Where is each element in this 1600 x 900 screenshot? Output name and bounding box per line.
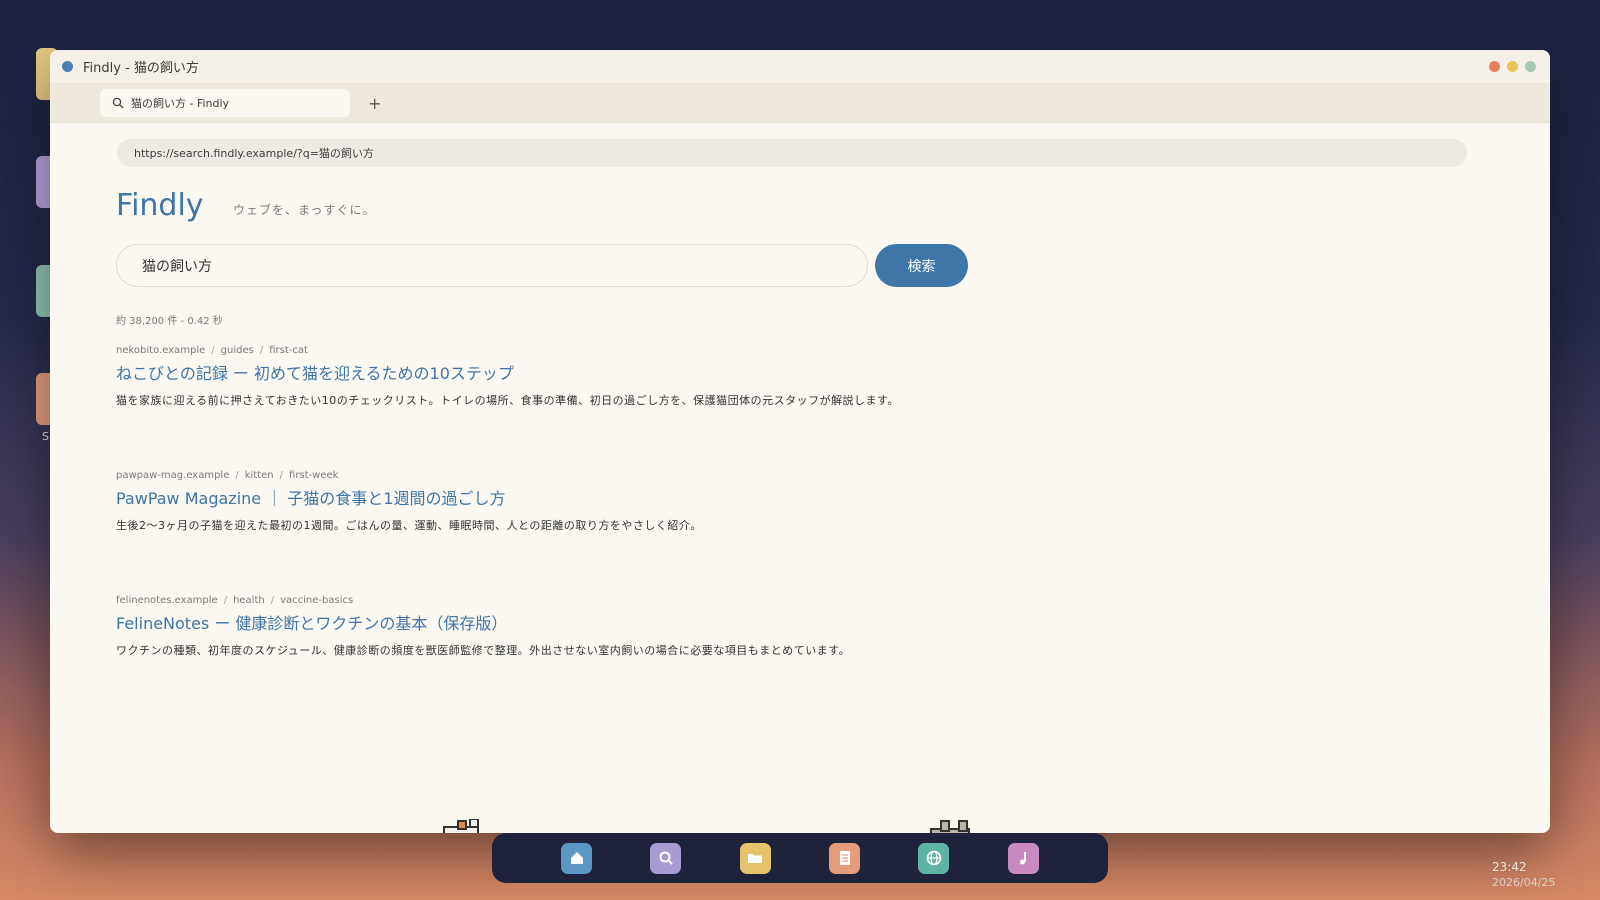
result-breadcrumb: nekobito.example / guides / first-cat <box>116 345 308 356</box>
clock-time: 23:42 <box>1492 860 1527 874</box>
tabby-cat-sprite <box>930 820 970 833</box>
crumb-domain: pawpaw-mag.example <box>116 470 230 481</box>
result-breadcrumb: felinenotes.example / health / vaccine-basic… <box>116 595 354 606</box>
tab-label: 猫の飼い方 - Findly <box>131 97 230 110</box>
result-breadcrumb: pawpaw-mag.example / kitten / first-week <box>116 470 339 481</box>
crumb-path: kitten <box>244 470 274 481</box>
music-icon[interactable] <box>1007 842 1039 874</box>
calico-cat-sprite <box>443 819 479 833</box>
address-bar[interactable]: https://search.findly.example/?q=猫の飼い方 <box>117 139 1467 167</box>
result-title-link[interactable]: PawPaw Magazine ｜ 子猫の食事と1週間の過ごし方 <box>116 485 702 509</box>
result-stats: 約 38,200 件 - 0.42 秒 <box>116 316 223 327</box>
crumb-path: first-cat <box>269 345 308 356</box>
clock-date: 2026/04/25 <box>1492 876 1556 889</box>
tab-bar: 猫の飼い方 - Findly + <box>50 84 1550 123</box>
result-snippet: ワクチンの種類、初年度のスケジュール、健康診断の頻度を獣医師監修で整理。外出させ… <box>116 644 851 657</box>
search-result: nekobito.example / guides / first-cat ねこびとの記… <box>116 345 899 408</box>
url-text: https://search.findly.example/?q=猫の飼い方 <box>134 147 374 160</box>
close-button[interactable] <box>1489 61 1500 72</box>
title-bar: Findly - 猫の飼い方 <box>50 50 1550 84</box>
window-controls <box>1489 61 1536 72</box>
search-result: felinenotes.example / health / vaccine-basic… <box>116 595 850 658</box>
crumb-path: first-week <box>289 470 339 481</box>
crumb-path: vaccine-basics <box>280 595 354 606</box>
folder-icon[interactable] <box>739 842 771 874</box>
browser-window: Findly - 猫の飼い方 猫の飼い方 - Findly + https://… <box>50 50 1550 833</box>
crumb-domain: felinenotes.example <box>116 595 218 606</box>
result-snippet: 生後2〜3ヶ月の子猫を迎えた最初の1週間。ごはんの量、運動、睡眠時間、人との距離… <box>116 519 702 532</box>
result-snippet: 猫を家族に迎える前に押さえておきたい10のチェックリスト。トイレの場所、食事の準… <box>116 394 899 407</box>
home-icon[interactable] <box>561 842 593 874</box>
system-clock[interactable]: 23:42 2026/04/25 <box>1492 859 1555 891</box>
search-icon <box>112 97 124 109</box>
findly-logo[interactable]: Findly <box>116 188 204 223</box>
result-title-link[interactable]: ねこびとの記録 ー 初めて猫を迎えるための10ステップ <box>116 360 899 384</box>
crumb-domain: nekobito.example <box>116 345 206 356</box>
tab-search[interactable]: 猫の飼い方 - Findly <box>100 89 350 117</box>
globe-icon[interactable] <box>918 842 950 874</box>
crumb-path: health <box>233 595 265 606</box>
search-button[interactable]: 検索 <box>875 244 968 287</box>
window-title: Findly - 猫の飼い方 <box>83 61 199 76</box>
search-input[interactable]: 猫の飼い方 <box>116 244 868 287</box>
search-query: 猫の飼い方 <box>142 258 212 275</box>
document-icon[interactable] <box>829 842 861 874</box>
search-result: pawpaw-mag.example / kitten / first-week Paw… <box>116 470 702 533</box>
maximize-button[interactable] <box>1525 61 1536 72</box>
dock <box>492 833 1108 883</box>
new-tab-button[interactable]: + <box>368 94 381 113</box>
app-icon <box>62 61 73 72</box>
crumb-path: guides <box>220 345 254 356</box>
minimize-button[interactable] <box>1507 61 1518 72</box>
result-title-link[interactable]: FelineNotes ー 健康診断とワクチンの基本（保存版） <box>116 610 850 634</box>
search-icon[interactable] <box>650 842 682 874</box>
desktop-icon-label: S <box>42 430 49 443</box>
tagline: ウェブを、まっすぐに。 <box>233 203 376 217</box>
